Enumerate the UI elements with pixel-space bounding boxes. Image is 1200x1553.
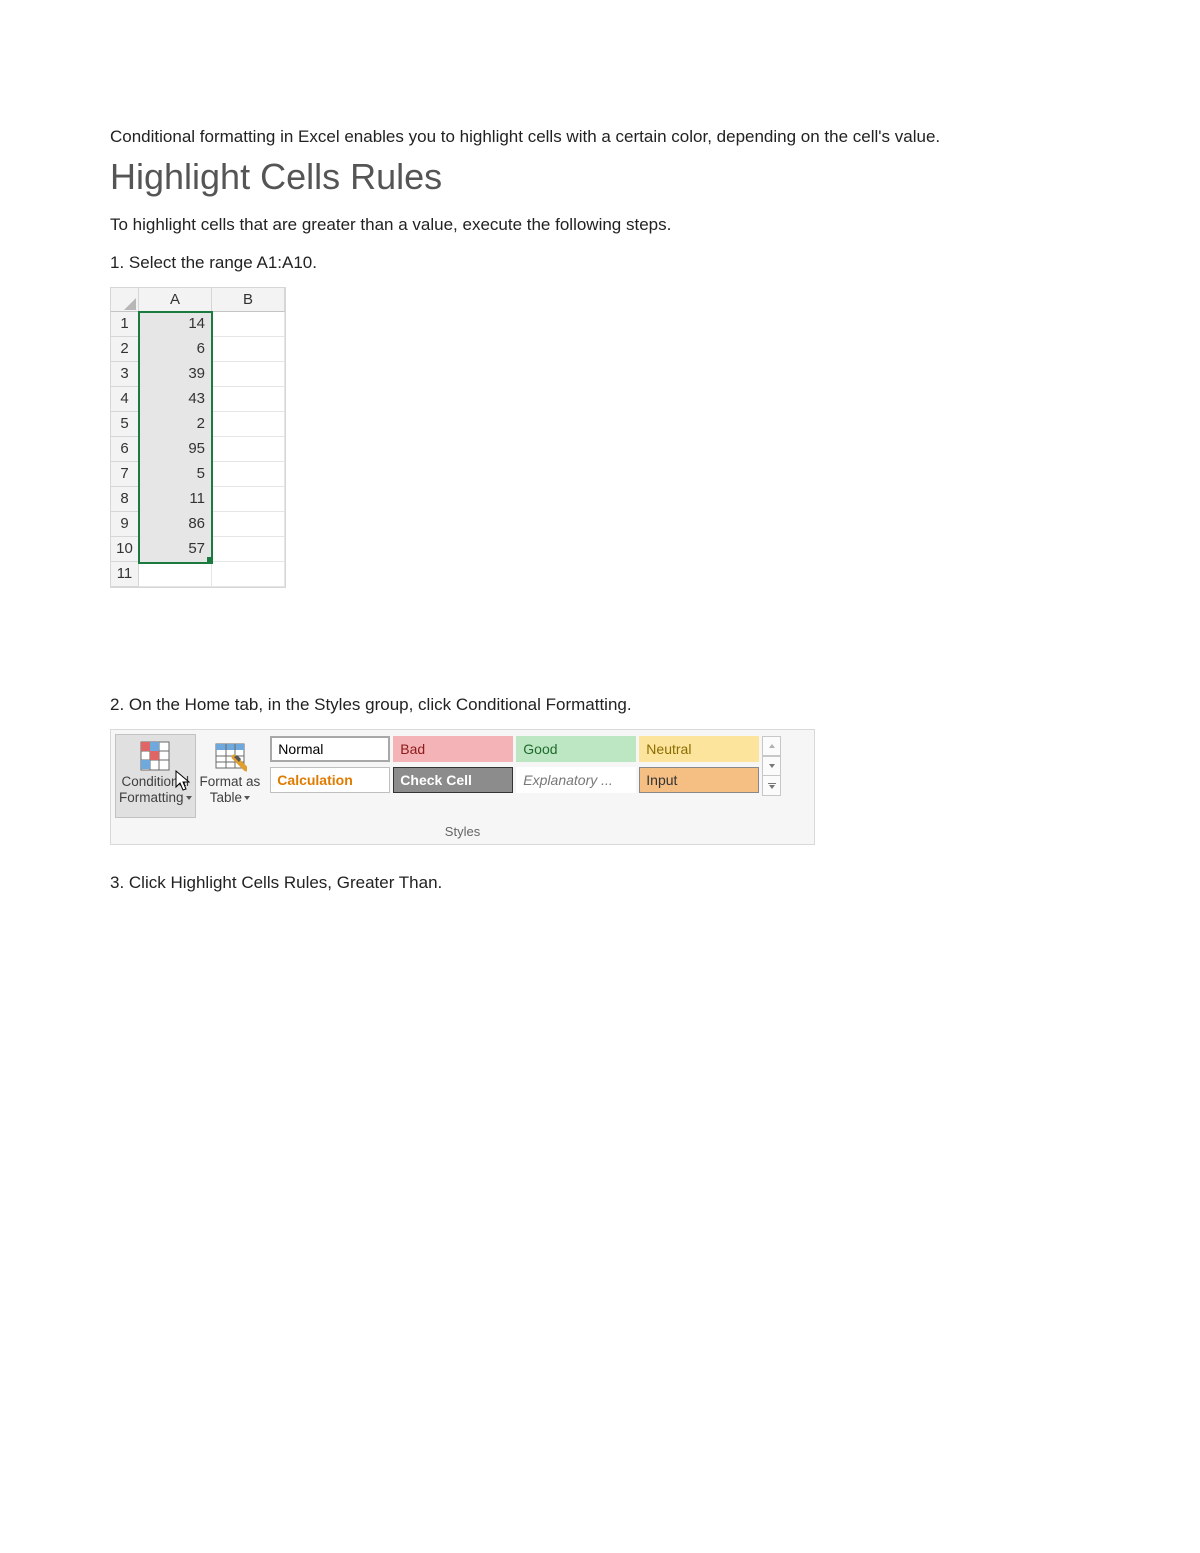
cell-B1[interactable] xyxy=(212,312,285,337)
cell-A3[interactable]: 39 xyxy=(139,362,212,387)
format-as-table-button[interactable]: Format as Table xyxy=(196,734,265,818)
dropdown-caret-icon xyxy=(244,796,250,800)
style-check-cell[interactable]: Check Cell xyxy=(393,767,513,793)
chevron-up-icon xyxy=(769,744,775,748)
cell-A10[interactable]: 57 xyxy=(139,537,212,562)
format-as-table-label-2: Table xyxy=(210,790,242,805)
cell-A7[interactable]: 5 xyxy=(139,462,212,487)
cell-B6[interactable] xyxy=(212,437,285,462)
select-all-corner[interactable] xyxy=(111,288,139,312)
style-input[interactable]: Input xyxy=(639,767,759,793)
row-header[interactable]: 3 xyxy=(111,362,139,387)
dropdown-caret-icon xyxy=(186,796,192,800)
cell-A8[interactable]: 11 xyxy=(139,487,212,512)
selection-fill-handle[interactable] xyxy=(207,557,213,563)
conditional-formatting-icon xyxy=(138,739,172,773)
gallery-more-button[interactable] xyxy=(762,776,781,796)
format-as-table-icon xyxy=(213,739,247,773)
row-header[interactable]: 2 xyxy=(111,337,139,362)
style-good[interactable]: Good xyxy=(516,736,636,762)
gallery-scroll-up[interactable] xyxy=(762,736,781,756)
cell-A6[interactable]: 95 xyxy=(139,437,212,462)
cell-A2[interactable]: 6 xyxy=(139,337,212,362)
gallery-scroll-down[interactable] xyxy=(762,756,781,776)
section-heading: Highlight Cells Rules xyxy=(110,156,1090,198)
intro-text: Conditional formatting in Excel enables … xyxy=(110,117,1090,156)
row-header[interactable]: 4 xyxy=(111,387,139,412)
format-as-table-label-1: Format as xyxy=(200,774,261,789)
cell-A9[interactable]: 86 xyxy=(139,512,212,537)
step-3-text: 3. Click Highlight Cells Rules, Greater … xyxy=(110,873,1090,893)
row-header[interactable]: 8 xyxy=(111,487,139,512)
chevron-down-icon xyxy=(769,764,775,768)
row-header[interactable]: 6 xyxy=(111,437,139,462)
cell-A5[interactable]: 2 xyxy=(139,412,212,437)
ribbon-styles-group: Conditional Formatting xyxy=(110,729,815,845)
cell-B4[interactable] xyxy=(212,387,285,412)
cursor-icon xyxy=(175,770,193,792)
style-neutral[interactable]: Neutral xyxy=(639,736,759,762)
row-header[interactable]: 7 xyxy=(111,462,139,487)
chevron-down-icon xyxy=(769,785,775,789)
gallery-scroll xyxy=(762,736,781,818)
style-calculation[interactable]: Calculation xyxy=(270,767,390,793)
ribbon-group-label: Styles xyxy=(111,820,814,844)
step-2-text: 2. On the Home tab, in the Styles group,… xyxy=(110,695,1090,715)
cell-B10[interactable] xyxy=(212,537,285,562)
row-header[interactable]: 1 xyxy=(111,312,139,337)
cell-B3[interactable] xyxy=(212,362,285,387)
cell-A1[interactable]: 14 xyxy=(139,312,212,337)
style-normal[interactable]: Normal xyxy=(270,736,390,762)
cell-B5[interactable] xyxy=(212,412,285,437)
cell-B7[interactable] xyxy=(212,462,285,487)
cell-B2[interactable] xyxy=(212,337,285,362)
cell-B11[interactable] xyxy=(212,562,285,587)
excel-grid-screenshot: A B 114 26 339 443 52 695 75 811 986 105… xyxy=(110,287,286,588)
cell-styles-gallery: Normal Bad Good Neutral Calculation Chec… xyxy=(270,736,759,818)
conditional-formatting-label-2: Formatting xyxy=(119,790,184,805)
cell-A4[interactable]: 43 xyxy=(139,387,212,412)
more-bar-icon xyxy=(768,783,776,784)
style-explanatory[interactable]: Explanatory ... xyxy=(516,767,636,793)
step-1-text: 1. Select the range A1:A10. xyxy=(110,253,1090,273)
cell-A11[interactable] xyxy=(139,562,212,587)
col-header-B[interactable]: B xyxy=(212,288,285,312)
row-header[interactable]: 9 xyxy=(111,512,139,537)
row-header[interactable]: 11 xyxy=(111,562,139,587)
col-header-A[interactable]: A xyxy=(139,288,212,312)
row-header[interactable]: 5 xyxy=(111,412,139,437)
row-header[interactable]: 10 xyxy=(111,537,139,562)
style-bad[interactable]: Bad xyxy=(393,736,513,762)
cell-B9[interactable] xyxy=(212,512,285,537)
cell-B8[interactable] xyxy=(212,487,285,512)
section-subtext: To highlight cells that are greater than… xyxy=(110,215,1090,235)
